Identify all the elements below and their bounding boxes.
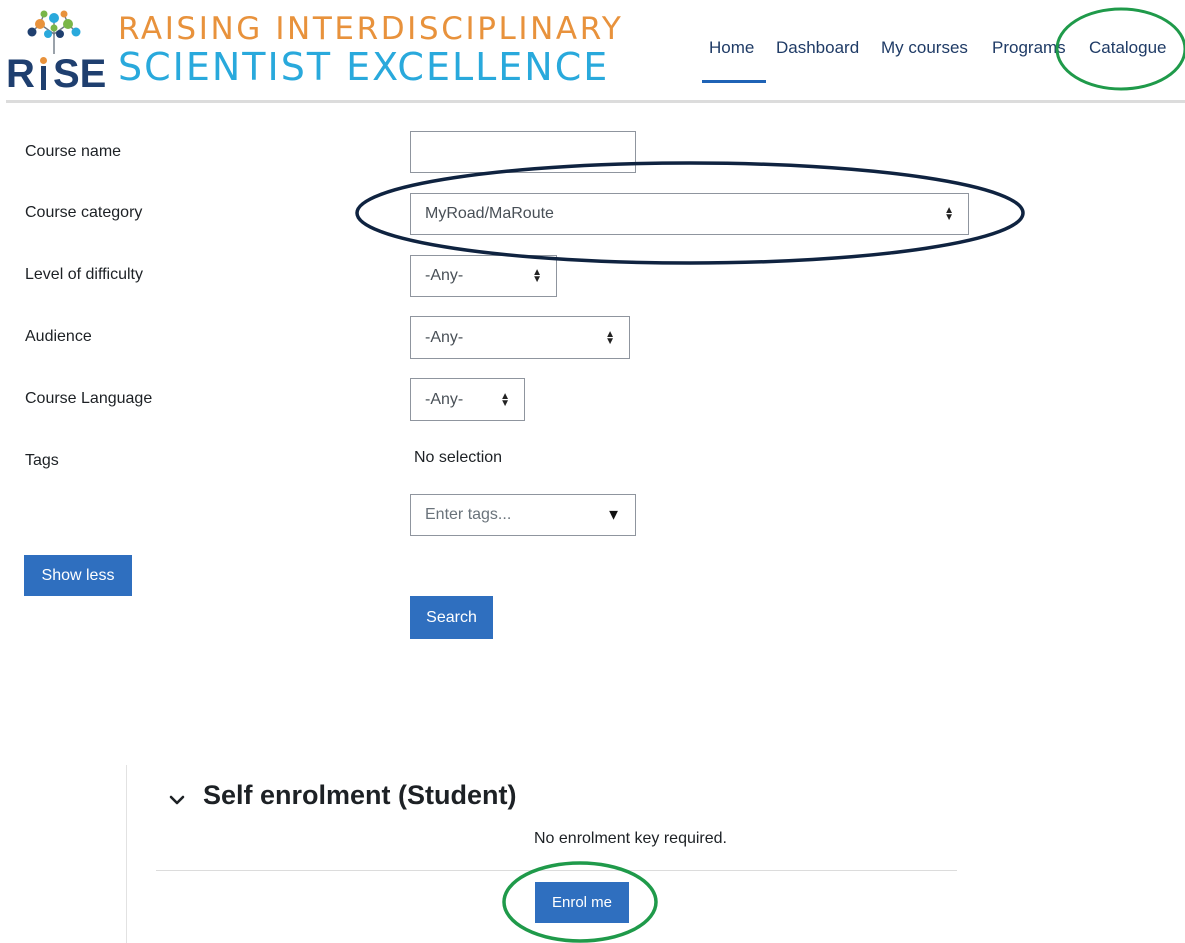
- header-divider: [6, 100, 1185, 103]
- tags-placeholder: Enter tags...: [425, 506, 512, 523]
- select-arrows-icon: ▲ ▼: [532, 267, 542, 285]
- select-arrows-icon: ▲ ▼: [500, 390, 510, 409]
- section-left-border: [126, 765, 127, 943]
- tree-logo-icon: [27, 10, 81, 54]
- nav-dashboard[interactable]: Dashboard: [776, 38, 859, 58]
- select-arrows-icon: ▲ ▼: [605, 328, 615, 347]
- enrol-me-button[interactable]: Enrol me: [535, 882, 629, 923]
- enrolment-divider: [156, 870, 957, 871]
- logo-letters-se: SE: [53, 52, 107, 96]
- course-name-input[interactable]: [410, 131, 636, 173]
- course-language-select[interactable]: -Any- ▲ ▼: [410, 378, 525, 421]
- search-button[interactable]: Search: [410, 596, 493, 639]
- show-less-button[interactable]: Show less: [24, 555, 132, 596]
- level-of-difficulty-label: Level of difficulty: [25, 266, 143, 283]
- enrolment-key-note: No enrolment key required.: [534, 830, 727, 847]
- chevron-down-icon[interactable]: [168, 793, 186, 807]
- course-category-select[interactable]: MyRoad/MaRoute ▲ ▼: [410, 193, 969, 235]
- logo-letter-r: R: [6, 52, 35, 96]
- course-name-label: Course name: [25, 143, 122, 160]
- course-language-value: -Any-: [425, 390, 464, 408]
- logo-tagline-top: RAISING INTERDISCIPLINARY: [118, 11, 624, 47]
- course-category-label: Course category: [25, 204, 143, 221]
- dropdown-triangle-icon[interactable]: ▼: [606, 507, 621, 524]
- logo-letter-i-icon: [40, 57, 47, 90]
- course-language-label: Course Language: [25, 390, 153, 407]
- course-category-value: MyRoad/MaRoute: [425, 205, 554, 222]
- nav-active-indicator: [702, 80, 766, 83]
- level-of-difficulty-select[interactable]: -Any- ▲ ▼: [410, 255, 557, 297]
- audience-select[interactable]: -Any- ▲ ▼: [410, 316, 630, 359]
- tags-selection-text: No selection: [414, 449, 503, 466]
- audience-label: Audience: [25, 328, 92, 345]
- self-enrolment-heading: Self enrolment (Student): [203, 780, 517, 810]
- nav-home[interactable]: Home: [709, 38, 754, 58]
- level-of-difficulty-value: -Any-: [425, 267, 464, 284]
- tags-label: Tags: [25, 452, 59, 469]
- select-arrows-icon: ▲ ▼: [944, 205, 954, 223]
- tags-autocomplete[interactable]: Enter tags... ▼: [410, 494, 636, 536]
- nav-my-courses[interactable]: My courses: [881, 38, 968, 58]
- nav-catalogue[interactable]: Catalogue: [1089, 38, 1167, 58]
- logo-tagline-bottom: SCIENTIST EXCELLENCE: [118, 45, 610, 89]
- nav-programs[interactable]: Programs: [992, 38, 1066, 58]
- audience-value: -Any-: [425, 328, 464, 346]
- site-logo[interactable]: R SE RAISING INTERDISCIPLINARY SCIENTIST…: [6, 10, 696, 94]
